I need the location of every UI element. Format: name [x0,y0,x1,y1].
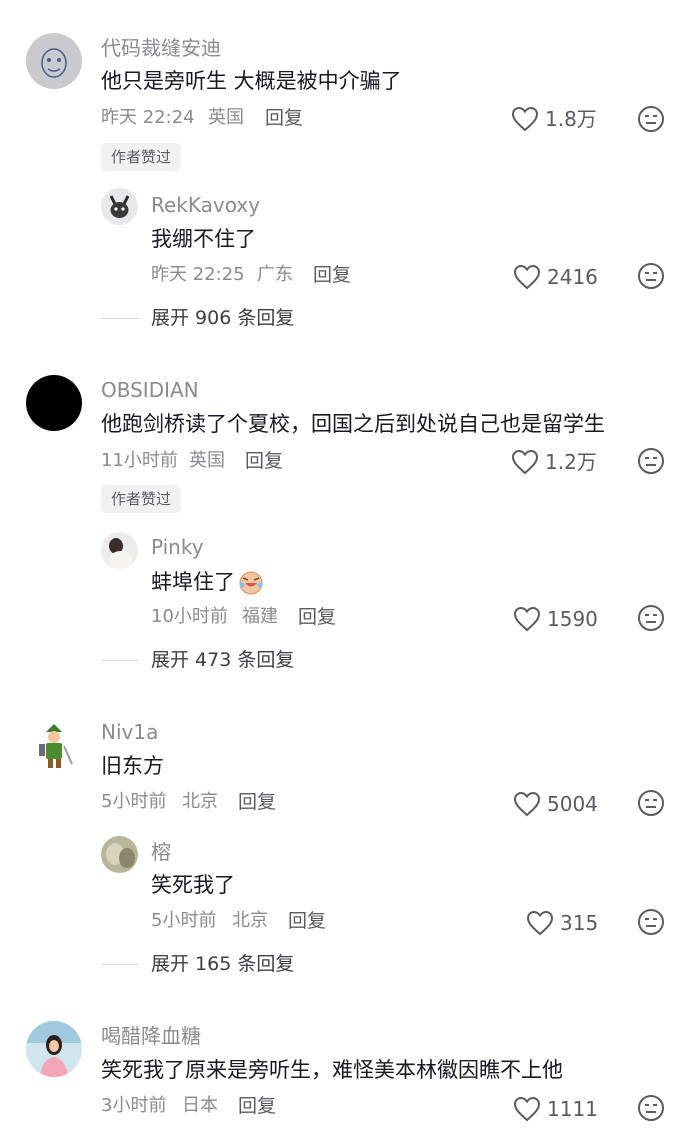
like-button[interactable]: 1590 [513,606,598,632]
crying-laugh-emoji [239,571,263,595]
comment-text: 旧东方 [101,754,164,778]
reply-button[interactable]: 回复 [288,910,326,932]
reply-location: 广东 [257,264,293,285]
heart-outline-icon [513,264,541,290]
comment-time: 5小时前 [101,791,167,812]
avatar[interactable] [26,1021,82,1077]
like-button[interactable]: 315 [526,910,598,936]
like-button[interactable]: 2416 [513,264,598,290]
comment-location: 北京 [182,791,218,812]
comment-location: 日本 [182,1095,218,1116]
reply-text: 我绷不住了 [151,227,256,251]
neutral-face-icon[interactable] [637,604,665,632]
expand-replies-button[interactable]: 展开 165 条回复 [101,953,294,975]
author-liked-badge: 作者赞过 [101,143,182,171]
divider [101,963,139,965]
like-count: 2416 [547,265,598,289]
neutral-face-icon[interactable] [637,1094,665,1122]
reply-text: 蚌埠住了 [151,570,235,594]
like-button[interactable]: 5004 [513,791,598,817]
reply-button[interactable]: 回复 [298,606,336,628]
heart-outline-icon [513,791,541,817]
heart-outline-icon [511,106,539,132]
avatar[interactable] [26,33,82,89]
reply-button[interactable]: 回复 [265,107,303,129]
neutral-face-icon[interactable] [637,908,665,936]
reply-button[interactable]: 回复 [238,791,276,813]
reply-time: 5小时前 [151,910,217,931]
like-count: 1590 [547,607,598,631]
avatar[interactable] [101,188,138,225]
like-button[interactable]: 1.2万 [511,449,597,475]
neutral-face-icon[interactable] [637,789,665,817]
reply-button[interactable]: 回复 [245,450,283,472]
avatar[interactable] [101,836,138,873]
like-button[interactable]: 1.8万 [511,106,597,132]
reply-button[interactable]: 回复 [238,1095,276,1117]
heart-outline-icon [511,449,539,475]
reply-button[interactable]: 回复 [313,264,351,286]
divider [101,659,139,661]
comment-username[interactable]: 喝醋降血糖 [101,1024,201,1048]
avatar[interactable] [101,532,138,569]
avatar[interactable] [26,718,82,774]
neutral-face-icon[interactable] [637,447,665,475]
reply-location: 北京 [232,910,268,931]
avatar[interactable] [26,375,82,431]
comment-username[interactable]: 代码裁缝安迪 [101,36,221,60]
heart-outline-icon [526,910,554,936]
like-count: 1.8万 [545,107,597,131]
comment-time: 3小时前 [101,1095,167,1116]
comment-time: 11小时前 [101,450,178,471]
like-button[interactable]: 1111 [513,1096,598,1122]
reply-text-row: 蚌埠住了 [151,568,265,596]
expand-replies-label: 展开 165 条回复 [151,953,295,975]
like-count: 315 [560,911,599,935]
comment-text: 他只是旁听生 大概是被中介骗了 [101,69,402,93]
like-count: 5004 [547,792,598,816]
expand-replies-label: 展开 473 条回复 [151,649,295,671]
reply-username[interactable]: 榕 [151,840,171,864]
reply-location: 福建 [242,606,278,627]
comment-location: 英国 [189,450,225,471]
expand-replies-label: 展开 906 条回复 [151,307,295,329]
comment-username[interactable]: OBSIDIAN [101,378,199,402]
neutral-face-icon[interactable] [637,262,665,290]
reply-time: 昨天 22:25 [151,264,245,285]
divider [101,317,139,319]
heart-outline-icon [513,1096,541,1122]
reply-username[interactable]: Pinky [151,535,204,559]
reply-text: 笑死我了 [151,873,235,897]
like-count: 1.2万 [545,450,597,474]
neutral-face-icon[interactable] [637,105,665,133]
comment-text: 他跑剑桥读了个夏校，回国之后到处说自己也是留学生 [101,412,605,436]
author-liked-badge: 作者赞过 [101,485,182,513]
comment-username[interactable]: Niv1a [101,720,158,744]
heart-outline-icon [513,606,541,632]
comment-text: 笑死我了原来是旁听生，难怪美本林徽因瞧不上他 [101,1058,563,1082]
comment-location: 英国 [208,107,244,128]
expand-replies-button[interactable]: 展开 473 条回复 [101,649,294,671]
like-count: 1111 [547,1097,598,1121]
reply-username[interactable]: RekKavoxy [151,193,260,217]
expand-replies-button[interactable]: 展开 906 条回复 [101,307,294,329]
comment-time: 昨天 22:24 [101,107,195,128]
reply-time: 10小时前 [151,606,228,627]
